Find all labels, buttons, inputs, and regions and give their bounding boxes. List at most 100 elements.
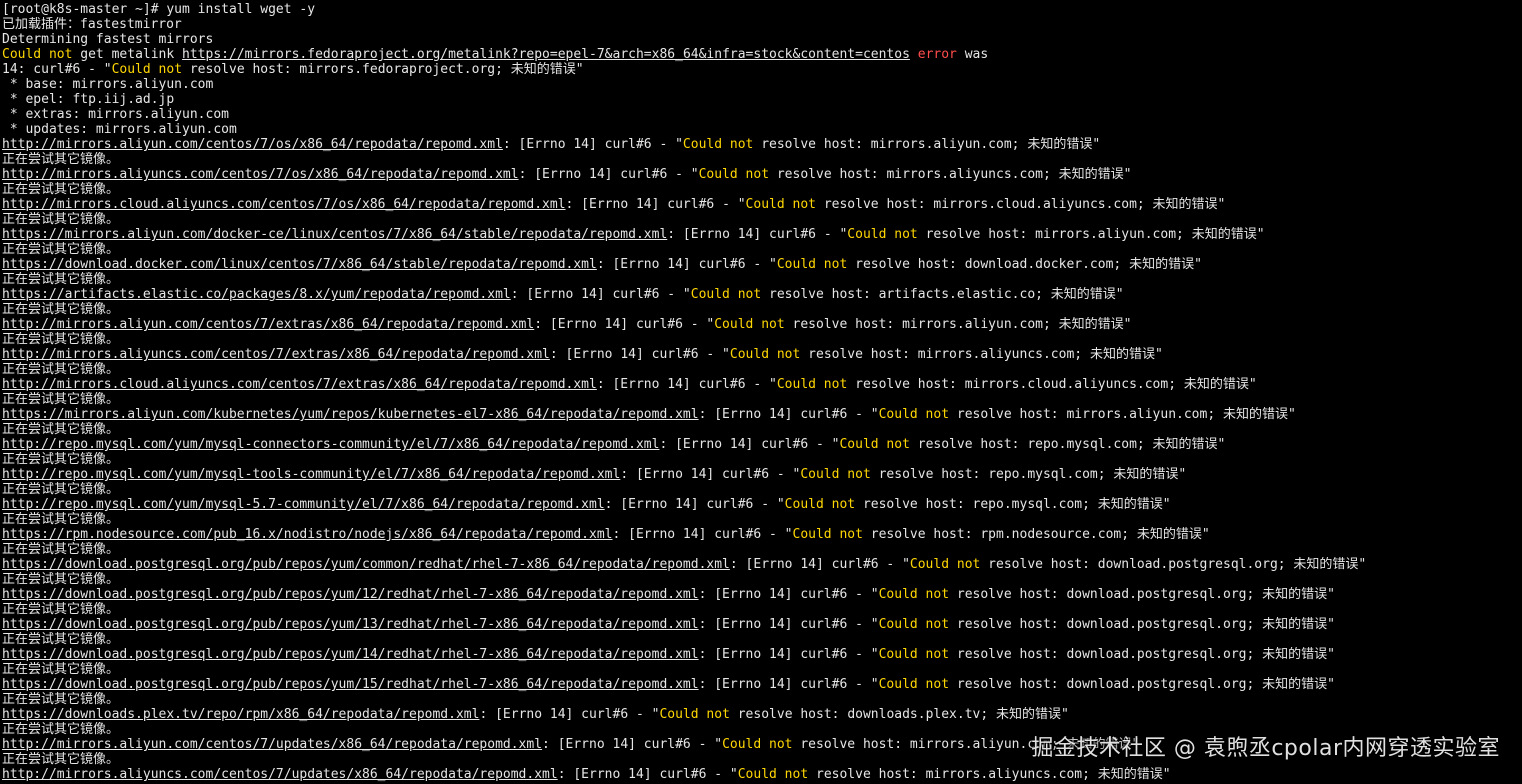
repo-error-line: https://download.postgresql.org/pub/repo… bbox=[2, 647, 1522, 662]
unknown-error-text: ; 未知的错误" bbox=[1246, 677, 1335, 692]
resolve-host-text: resolve host: bbox=[949, 677, 1067, 692]
repo-error-line: http://mirrors.aliyuncs.com/centos/7/os/… bbox=[2, 167, 1522, 182]
host-name: mirrors.aliyun.com bbox=[1066, 407, 1208, 422]
repo-url-link[interactable]: https://download.postgresql.org/pub/repo… bbox=[2, 647, 699, 662]
could-not-text: Could not bbox=[714, 317, 785, 332]
unknown-error-text: ; 未知的错误" bbox=[1082, 497, 1171, 512]
errno-text: : [Errno 14] curl#6 - " bbox=[596, 377, 777, 392]
repo-url-link[interactable]: http://repo.mysql.com/yum/mysql-connecto… bbox=[2, 437, 659, 452]
unknown-error-text: ; 未知的错误" bbox=[1035, 287, 1124, 302]
unknown-error-text: ; 未知的错误" bbox=[1113, 257, 1202, 272]
repo-url-link[interactable]: https://download.docker.com/linux/centos… bbox=[2, 257, 597, 272]
errno-text: : [Errno 14] curl#6 - " bbox=[596, 257, 777, 272]
repo-url-link[interactable]: http://mirrors.aliyun.com/centos/7/os/x8… bbox=[2, 137, 503, 152]
could-not-text: Could not bbox=[878, 677, 950, 692]
resolve-host-text: resolve host: bbox=[855, 497, 973, 512]
repo-url-link[interactable]: http://mirrors.cloud.aliyuncs.com/centos… bbox=[2, 377, 597, 392]
retry-line: 正在尝试其它镜像。 bbox=[2, 302, 120, 317]
retry-line: 正在尝试其它镜像。 bbox=[2, 422, 120, 437]
repo-error-line: https://download.postgresql.org/pub/repo… bbox=[2, 617, 1522, 632]
errno-text: : [Errno 14] curl#6 - " bbox=[698, 587, 879, 602]
errno-text: : [Errno 14] curl#6 - " bbox=[565, 197, 746, 212]
repo-url-link[interactable]: https://mirrors.aliyun.com/kubernetes/yu… bbox=[2, 407, 699, 422]
repo-error-line: https://download.postgresql.org/pub/repo… bbox=[2, 677, 1522, 692]
resolve-host-text: resolve host: bbox=[792, 737, 910, 752]
errno-text: : [Errno 14] curl#6 - " bbox=[659, 437, 840, 452]
repo-error-line: https://artifacts.elastic.co/packages/8.… bbox=[2, 287, 1522, 302]
repo-url-link[interactable]: https://mirrors.aliyun.com/docker-ce/lin… bbox=[2, 227, 667, 242]
unknown-error-text: ; 未知的错误" bbox=[1246, 587, 1335, 602]
could-not-text: Could not bbox=[722, 737, 793, 752]
host-name: mirrors.aliyun.com bbox=[909, 737, 1051, 752]
host-name: download.postgresql.org bbox=[1097, 557, 1278, 572]
error-list: http://mirrors.aliyun.com/centos/7/os/x8… bbox=[2, 137, 1522, 782]
repo-url-link[interactable]: https://download.postgresql.org/pub/repo… bbox=[2, 677, 699, 692]
curl-error-line: 14: curl#6 - "Could not resolve host: mi… bbox=[2, 62, 1522, 77]
mirror-list-item: * base: mirrors.aliyun.com bbox=[2, 77, 214, 92]
metalink-suffix: was bbox=[956, 47, 989, 62]
errno-text: : [Errno 14] curl#6 - " bbox=[542, 737, 723, 752]
repo-error-line: https://rpm.nodesource.com/pub_16.x/nodi… bbox=[2, 527, 1522, 542]
host-name: repo.mysql.com bbox=[972, 497, 1083, 512]
unknown-error-text: ; 未知的错误" bbox=[1074, 347, 1163, 362]
determining-line: Determining fastest mirrors bbox=[2, 32, 214, 47]
resolve-host-text: resolve host: bbox=[847, 257, 965, 272]
resolve-host-text: resolve host: bbox=[784, 317, 903, 332]
retry-line: 正在尝试其它镜像。 bbox=[2, 242, 120, 257]
resolve-host-text: resolve host: bbox=[949, 647, 1067, 662]
errno-text: : [Errno 14] curl#6 - " bbox=[698, 617, 879, 632]
resolve-host-text: resolve host: bbox=[917, 227, 1036, 242]
could-not-text: Could not bbox=[839, 437, 910, 452]
repo-url-link[interactable]: http://mirrors.cloud.aliyuncs.com/centos… bbox=[2, 197, 566, 212]
curl-rest: resolve host: mirrors.fedoraproject.org;… bbox=[182, 62, 584, 77]
could-not-text: Could not bbox=[682, 137, 754, 152]
resolve-host-text: resolve host: bbox=[769, 167, 887, 182]
repo-url-link[interactable]: https://download.postgresql.org/pub/repo… bbox=[2, 617, 699, 632]
repo-error-line: https://downloads.plex.tv/repo/rpm/x86_6… bbox=[2, 707, 1522, 722]
host-name: mirrors.aliyun.com bbox=[902, 317, 1043, 332]
could-not-text: Could not bbox=[698, 167, 770, 182]
repo-url-link[interactable]: https://rpm.nodesource.com/pub_16.x/nodi… bbox=[2, 527, 612, 542]
resolve-host-text: resolve host: bbox=[870, 467, 989, 482]
unknown-error-text: ; 未知的错误" bbox=[980, 707, 1069, 722]
could-not-text: Could not bbox=[800, 467, 871, 482]
resolve-host-text: resolve host: bbox=[949, 617, 1067, 632]
host-name: download.postgresql.org bbox=[1066, 617, 1247, 632]
repo-url-link[interactable]: http://mirrors.aliyun.com/centos/7/updat… bbox=[2, 737, 542, 752]
unknown-error-text: ; 未知的错误" bbox=[1121, 527, 1210, 542]
host-name: download.postgresql.org bbox=[1066, 677, 1247, 692]
errno-text: : [Errno 14] curl#6 - " bbox=[557, 767, 738, 782]
repo-url-link[interactable]: http://mirrors.aliyun.com/centos/7/extra… bbox=[2, 317, 534, 332]
repo-url-link[interactable]: https://downloads.plex.tv/repo/rpm/x86_6… bbox=[2, 707, 479, 722]
terminal-output[interactable]: [root@k8s-master ~]# yum install wget -y… bbox=[2, 2, 1522, 784]
error-word: error bbox=[909, 47, 957, 62]
host-name: mirrors.aliyun.com bbox=[870, 137, 1012, 152]
metalink-url[interactable]: https://mirrors.fedoraproject.org/metali… bbox=[182, 47, 910, 62]
resolve-host-text: resolve host: bbox=[729, 707, 848, 722]
host-name: mirrors.aliyuncs.com bbox=[925, 767, 1083, 782]
repo-url-link[interactable]: http://mirrors.aliyuncs.com/centos/7/os/… bbox=[2, 167, 519, 182]
unknown-error-text: ; 未知的错误" bbox=[1011, 137, 1101, 152]
repo-url-link[interactable]: http://mirrors.aliyuncs.com/centos/7/ext… bbox=[2, 347, 550, 362]
could-not-text: Could not bbox=[776, 377, 848, 392]
host-name: mirrors.aliyun.com bbox=[1035, 227, 1177, 242]
repo-error-line: http://mirrors.aliyun.com/centos/7/os/x8… bbox=[2, 137, 1522, 152]
plugin-line: 已加载插件：fastestmirror bbox=[2, 17, 182, 32]
unknown-error-text: ; 未知的错误" bbox=[1207, 407, 1296, 422]
repo-url-link[interactable]: http://repo.mysql.com/yum/mysql-5.7-comm… bbox=[2, 497, 605, 512]
errno-text: : [Errno 14] curl#6 - " bbox=[549, 347, 730, 362]
could-not-text: Could not bbox=[776, 257, 848, 272]
repo-error-line: https://mirrors.aliyun.com/docker-ce/lin… bbox=[2, 227, 1522, 242]
unknown-error-text: ; 未知的错误" bbox=[1042, 167, 1132, 182]
repo-url-link[interactable]: https://download.postgresql.org/pub/repo… bbox=[2, 557, 730, 572]
resolve-host-text: resolve host: bbox=[949, 407, 1067, 422]
repo-url-link[interactable]: http://repo.mysql.com/yum/mysql-tools-co… bbox=[2, 467, 620, 482]
repo-url-link[interactable]: http://mirrors.aliyuncs.com/centos/7/upd… bbox=[2, 767, 558, 782]
host-name: download.postgresql.org bbox=[1066, 587, 1247, 602]
repo-url-link[interactable]: https://artifacts.elastic.co/packages/8.… bbox=[2, 287, 511, 302]
host-name: rpm.nodesource.com bbox=[980, 527, 1122, 542]
host-name: mirrors.aliyuncs.com bbox=[917, 347, 1075, 362]
unknown-error-text: ; 未知的错误" bbox=[1082, 767, 1171, 782]
repo-url-link[interactable]: https://download.postgresql.org/pub/repo… bbox=[2, 587, 699, 602]
repo-error-line: https://download.postgresql.org/pub/repo… bbox=[2, 587, 1522, 602]
